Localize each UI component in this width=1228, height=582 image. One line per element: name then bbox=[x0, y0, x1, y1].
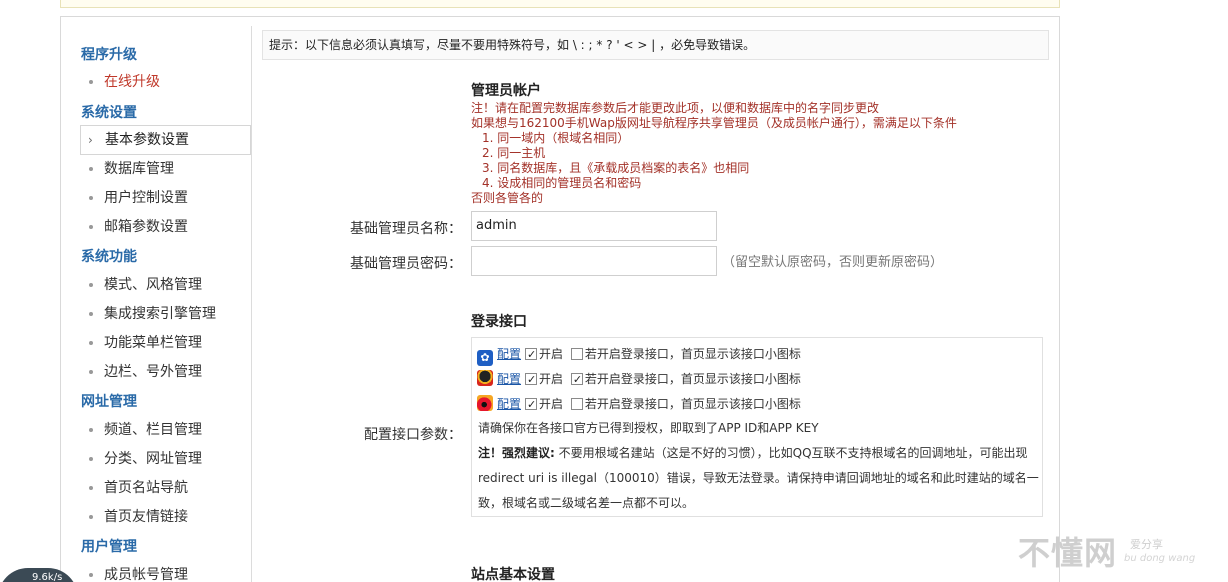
sidebar-item-label: 数据库管理 bbox=[104, 161, 174, 177]
bullet-icon bbox=[89, 283, 93, 287]
sidebar-item-label: 首页友情链接 bbox=[104, 509, 188, 525]
sidebar-item-database[interactable]: 数据库管理 bbox=[80, 155, 252, 183]
admin-warning-sync: 注！请在配置完数据库参数后才能更改此项，以便和数据库中的名字同步更改 bbox=[471, 101, 880, 115]
sidebar-item-famous-sites[interactable]: 首页名站导航 bbox=[80, 474, 252, 502]
config-link[interactable]: 配置 bbox=[497, 347, 521, 361]
password-hint: （留空默认原密码，否则更新原密码） bbox=[722, 255, 944, 270]
speed-badge-text: 9.6k/s bbox=[32, 572, 63, 582]
admin-name-input[interactable]: admin bbox=[471, 211, 717, 241]
admin-warning-otherwise: 否则各管各的 bbox=[471, 191, 544, 205]
sidebar-item-label: 功能菜单栏管理 bbox=[104, 335, 202, 351]
login-config-box: ✿配置开启 若开启登录接口，首页显示该接口小图标 配置开启 若开启登录接口，首页… bbox=[471, 337, 1043, 517]
strong-advice-note: 注！强烈建议: 不要用根域名建站（这是不好的习惯），比如QQ互联不支持根域名的回… bbox=[478, 441, 1028, 466]
sidebar-item-label: 基本参数设置 bbox=[105, 132, 189, 148]
show-icon-label: 若开启登录接口，首页显示该接口小图标 bbox=[584, 397, 801, 411]
admin-warning-share: 如果想与162100手机Wap版网址导航程序共享管理员（及成员帐户通行），需满足… bbox=[471, 116, 957, 130]
enable-checkbox[interactable] bbox=[525, 370, 538, 390]
sidebar-item-label: 成员帐号管理 bbox=[104, 567, 188, 582]
sidebar-item-online-upgrade[interactable]: 在线升级 bbox=[80, 68, 252, 96]
sidebar-item-label: 集成搜索引擎管理 bbox=[104, 306, 216, 322]
bullet-icon bbox=[89, 196, 93, 200]
condition-item: 1. 同一域内（根域名相同） bbox=[482, 131, 630, 145]
sidebar-item-member-accounts[interactable]: 成员帐号管理 bbox=[80, 561, 252, 582]
watermark-logo: 不懂网 bbox=[1018, 534, 1118, 572]
sidebar-item-categories[interactable]: 分类、网址管理 bbox=[80, 445, 252, 473]
bullet-icon bbox=[89, 80, 93, 84]
weibo-icon bbox=[477, 395, 493, 411]
sidebar-item-label: 首页名站导航 bbox=[104, 480, 188, 496]
config-link[interactable]: 配置 bbox=[497, 372, 521, 386]
sidebar-item-search-engines[interactable]: 集成搜索引擎管理 bbox=[80, 300, 252, 328]
condition-item: 3. 同名数据库，且《承载成员档案的表名》也相同 bbox=[482, 161, 750, 175]
sidebar-group-system-settings: 系统设置 bbox=[81, 105, 137, 121]
bullet-icon bbox=[89, 312, 93, 316]
show-icon-label: 若开启登录接口，首页显示该接口小图标 bbox=[584, 372, 801, 386]
sidebar-item-mail[interactable]: 邮箱参数设置 bbox=[80, 213, 252, 241]
show-icon-checkbox[interactable] bbox=[570, 348, 583, 360]
login-config-label: 配置接口参数： bbox=[364, 427, 462, 443]
sidebar-item-label: 分类、网址管理 bbox=[104, 451, 202, 467]
condition-item: 2. 同一主机 bbox=[482, 146, 546, 160]
login-provider-row-baidu: ✿ 配置 开启 若开启登录接口，首页显示该接口小图标 bbox=[477, 344, 801, 366]
admin-password-label: 基础管理员密码： bbox=[350, 256, 462, 272]
admin-password-input[interactable] bbox=[471, 246, 717, 276]
enable-label: 开启 bbox=[539, 347, 564, 361]
show-icon-checkbox[interactable] bbox=[570, 370, 583, 390]
sidebar-item-label: 边栏、号外管理 bbox=[104, 364, 202, 380]
sidebar-group-user-management: 用户管理 bbox=[81, 539, 137, 555]
sidebar-item-channels[interactable]: 频道、栏目管理 bbox=[80, 416, 252, 444]
bullet-icon bbox=[89, 515, 93, 519]
strong-advice-label: 注！强烈建议: bbox=[478, 446, 555, 460]
redirect-error-note: redirect uri is illegal（100010）错误，导致无法登录… bbox=[478, 471, 1039, 485]
chevron-right-icon: › bbox=[88, 133, 93, 147]
sidebar-group-url-management: 网址管理 bbox=[81, 394, 137, 410]
sidebar-group-system-functions: 系统功能 bbox=[81, 249, 137, 265]
enable-label: 开启 bbox=[539, 397, 564, 411]
login-provider-row-qq: 配置 开启 若开启登录接口，首页显示该接口小图标 bbox=[477, 369, 801, 390]
authorization-note: 请确保你在各接口官方已得到授权，即取到了APP ID和APP KEY bbox=[478, 421, 819, 435]
sidebar-item-user-control[interactable]: 用户控制设置 bbox=[80, 184, 252, 212]
tip-bar: 提示：以下信息必须认真填写，尽量不要用特殊符号，如 \ : ; * ? ' < … bbox=[262, 30, 1049, 60]
bullet-icon bbox=[89, 573, 93, 577]
sidebar-item-label: 在线升级 bbox=[104, 74, 160, 90]
strong-advice-text: 不要用根域名建站（这是不好的习惯），比如QQ互联不支持根域名的回调地址，可能出现 bbox=[554, 446, 1028, 460]
sidebar-item-mode-style[interactable]: 模式、风格管理 bbox=[80, 271, 252, 299]
sidebar-item-menu-bar[interactable]: 功能菜单栏管理 bbox=[80, 329, 252, 357]
bullet-icon bbox=[89, 428, 93, 432]
baidu-paw-icon: ✿ bbox=[477, 350, 493, 366]
enable-label: 开启 bbox=[539, 372, 564, 386]
sidebar-item-friend-links[interactable]: 首页友情链接 bbox=[80, 503, 252, 531]
admin-section-title: 管理员帐户 bbox=[471, 83, 541, 99]
bullet-icon bbox=[89, 225, 93, 229]
sidebar-item-label: 邮箱参数设置 bbox=[104, 219, 188, 235]
watermark-subtitle: 爱分享 bbox=[1130, 538, 1163, 551]
site-section-title: 站点基本设置 bbox=[471, 567, 555, 582]
watermark-pinyin: bu dong wang bbox=[1124, 553, 1196, 564]
show-icon-label: 若开启登录接口，首页显示该接口小图标 bbox=[584, 347, 801, 361]
enable-checkbox[interactable] bbox=[525, 345, 538, 365]
config-link[interactable]: 配置 bbox=[497, 397, 521, 411]
sidebar-item-label: 频道、栏目管理 bbox=[104, 422, 202, 438]
bullet-icon bbox=[89, 486, 93, 490]
domain-consistency-note: 致，根域名或二级域名差一点都不可以。 bbox=[478, 496, 695, 510]
show-icon-checkbox[interactable] bbox=[570, 398, 583, 410]
condition-item: 4. 设成相同的管理员名和密码 bbox=[482, 176, 642, 190]
bullet-icon bbox=[89, 370, 93, 374]
sidebar-item-sidebar-extra[interactable]: 边栏、号外管理 bbox=[80, 358, 252, 386]
enable-checkbox[interactable] bbox=[525, 395, 538, 415]
top-notice-strip bbox=[60, 0, 1060, 8]
sidebar-group-upgrade: 程序升级 bbox=[81, 47, 137, 63]
login-provider-row-weibo: 配置 开启 若开启登录接口，首页显示该接口小图标 bbox=[477, 394, 801, 415]
sidebar-item-basic-params[interactable]: › 基本参数设置 bbox=[80, 125, 251, 155]
bullet-icon bbox=[89, 457, 93, 461]
login-section-title: 登录接口 bbox=[471, 314, 527, 330]
qq-penguin-icon bbox=[477, 370, 493, 386]
admin-name-label: 基础管理员名称： bbox=[350, 221, 462, 237]
bullet-icon bbox=[89, 167, 93, 171]
bullet-icon bbox=[89, 341, 93, 345]
sidebar-item-label: 用户控制设置 bbox=[104, 190, 188, 206]
sidebar-item-label: 模式、风格管理 bbox=[104, 277, 202, 293]
